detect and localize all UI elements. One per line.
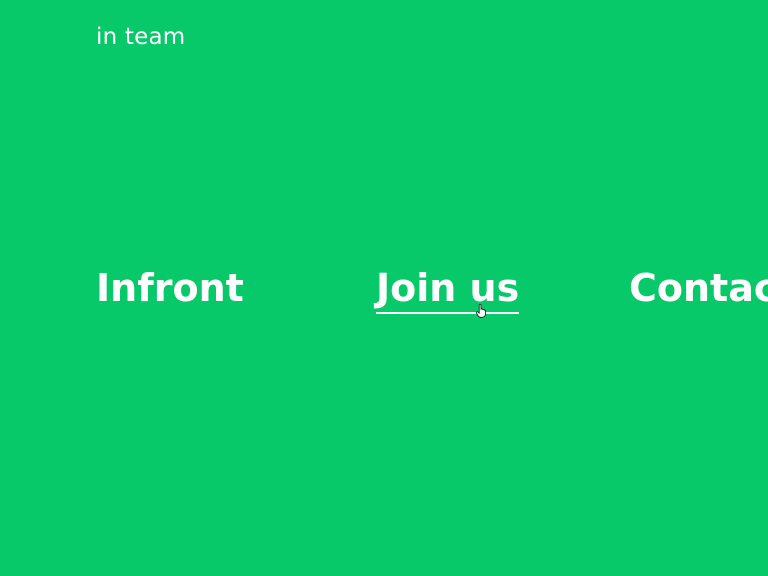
brand-logo[interactable]: in team xyxy=(96,26,185,49)
main-nav: Infront Join us Contact xyxy=(0,262,768,342)
nav-item-contact[interactable]: Contact xyxy=(629,262,768,314)
nav-item-infront[interactable]: Infront xyxy=(96,262,244,314)
hand-pointer-icon xyxy=(476,304,486,318)
nav-item-label: Join us xyxy=(376,266,520,310)
nav-item-join-us[interactable]: Join us xyxy=(376,262,520,314)
hover-underline xyxy=(376,312,520,314)
